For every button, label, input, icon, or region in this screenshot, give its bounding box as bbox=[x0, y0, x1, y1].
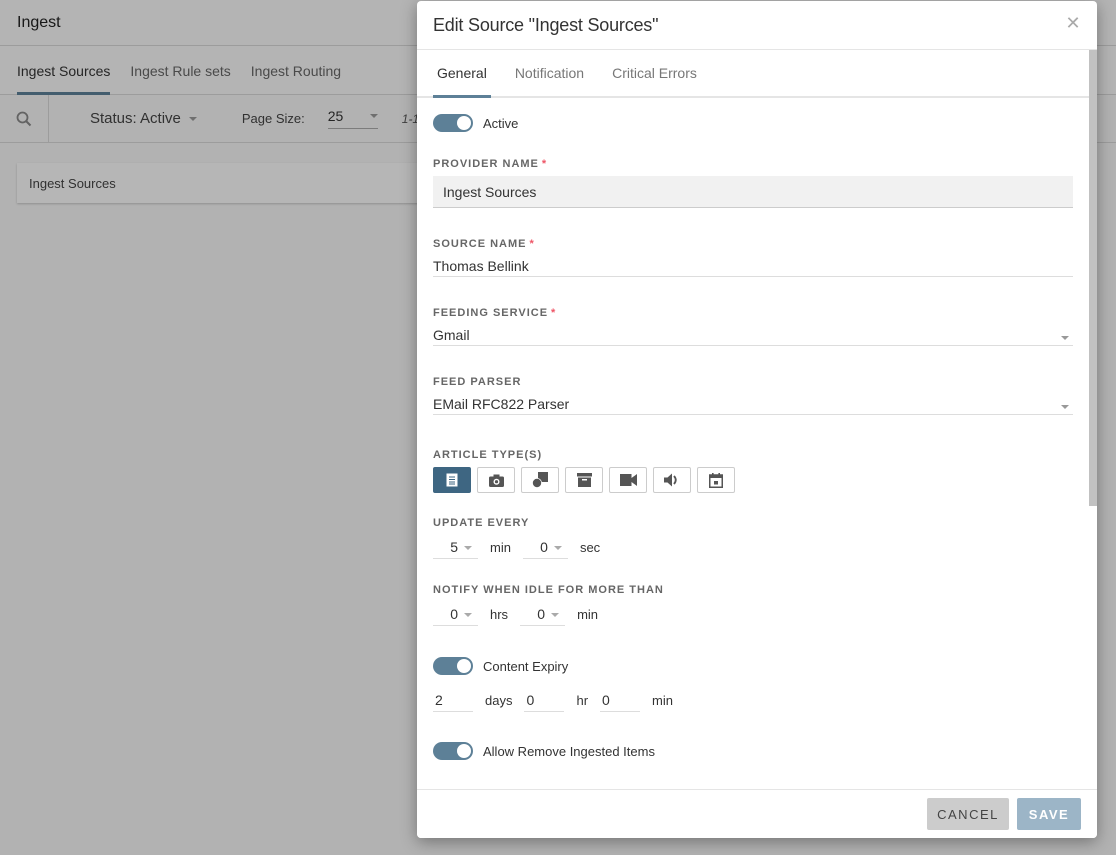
update-every-label: Update Every bbox=[433, 517, 530, 529]
modal-body: General Notification Critical Errors Act… bbox=[417, 50, 1097, 789]
archive-icon bbox=[576, 473, 592, 487]
modal-title: Edit Source "Ingest Sources" bbox=[433, 14, 659, 35]
source-name-label: Source Name * bbox=[433, 238, 1073, 250]
seconds-unit: sec bbox=[579, 539, 601, 555]
allow-remove-toggle-row: Allow Remove Ingested Items bbox=[433, 741, 1073, 761]
article-type-audio-button[interactable] bbox=[653, 467, 691, 493]
calendar-icon bbox=[709, 472, 723, 488]
required-marker: * bbox=[529, 238, 535, 250]
notify-idle-label: Notify when idle for more than bbox=[433, 584, 664, 596]
article-types-label: Article Type(s) bbox=[433, 449, 543, 461]
provider-name-field: Provider Name * Ingest Sources bbox=[433, 158, 1073, 208]
tab-notification[interactable]: Notification bbox=[511, 50, 588, 96]
toggle-knob bbox=[457, 116, 471, 130]
update-seconds-select[interactable]: 0 bbox=[522, 535, 568, 559]
content-expiry-label: Content Expiry bbox=[483, 658, 569, 674]
idle-minutes-value: 0 bbox=[537, 605, 546, 622]
article-type-event-button[interactable] bbox=[697, 467, 735, 493]
idle-hours-select[interactable]: 0 bbox=[433, 602, 478, 626]
hr-unit: hr bbox=[576, 692, 589, 708]
article-type-text-button[interactable] bbox=[433, 467, 471, 493]
save-button[interactable]: SAVE bbox=[1017, 798, 1081, 830]
provider-name-label-text: Provider Name bbox=[433, 158, 539, 170]
content-expiry-toggle[interactable] bbox=[433, 657, 473, 675]
audio-icon bbox=[664, 473, 677, 487]
allow-remove-label: Allow Remove Ingested Items bbox=[483, 743, 655, 759]
feed-parser-value: EMail RFC822 Parser bbox=[433, 395, 570, 412]
toggle-knob bbox=[457, 659, 471, 673]
feeding-service-select[interactable]: Gmail bbox=[433, 324, 1073, 346]
feed-parser-label: Feed Parser bbox=[433, 376, 522, 388]
toggle-knob bbox=[457, 744, 471, 758]
source-name-value: Thomas Bellink bbox=[433, 257, 529, 274]
update-seconds-value: 0 bbox=[540, 538, 548, 555]
feed-parser-select[interactable]: EMail RFC822 Parser bbox=[433, 393, 1073, 415]
graphic-icon bbox=[532, 472, 548, 488]
update-minutes-value: 5 bbox=[450, 538, 458, 555]
update-every-field: Update Every 5 min 0 sec bbox=[433, 517, 1073, 559]
notify-idle-row: 0 hrs 0 min bbox=[433, 602, 1073, 626]
active-toggle-label: Active bbox=[483, 115, 519, 131]
provider-name-input[interactable]: Ingest Sources bbox=[433, 176, 1073, 208]
chevron-down-icon bbox=[1061, 335, 1069, 340]
feed-parser-field: Feed Parser EMail RFC822 Parser bbox=[433, 376, 1073, 415]
hours-unit: hrs bbox=[490, 606, 509, 622]
modal-footer: CANCEL SAVE bbox=[417, 789, 1097, 838]
update-minutes-select[interactable]: 5 bbox=[433, 535, 478, 559]
days-unit: days bbox=[485, 692, 513, 708]
idle-minutes-select[interactable]: 0 bbox=[520, 602, 566, 626]
provider-name-label: Provider Name * bbox=[433, 158, 1073, 170]
modal-tabs: General Notification Critical Errors bbox=[417, 50, 1089, 98]
modal-header: Edit Source "Ingest Sources" ✕ bbox=[417, 1, 1097, 50]
chevron-down-icon bbox=[464, 613, 472, 617]
tab-general[interactable]: General bbox=[433, 50, 491, 98]
article-types-field: Article Type(s) bbox=[433, 449, 1073, 493]
expiry-minutes-input[interactable]: 0 bbox=[600, 688, 641, 712]
min-unit: min bbox=[652, 692, 673, 708]
feeding-service-label-text: Feeding Service bbox=[433, 307, 549, 319]
source-name-label-text: Source Name bbox=[433, 238, 527, 250]
edit-source-modal: Edit Source "Ingest Sources" ✕ General N… bbox=[417, 1, 1097, 838]
required-marker: * bbox=[551, 307, 557, 319]
minutes-unit: min bbox=[577, 606, 599, 622]
allow-remove-toggle[interactable] bbox=[433, 742, 473, 760]
chevron-down-icon bbox=[1061, 404, 1069, 409]
article-type-composite-button[interactable] bbox=[565, 467, 603, 493]
feeding-service-label: Feeding Service * bbox=[433, 307, 1073, 319]
tab-critical-errors[interactable]: Critical Errors bbox=[608, 50, 701, 96]
article-types-group bbox=[433, 467, 1073, 493]
camera-icon bbox=[488, 474, 504, 487]
expiry-days-input[interactable]: 2 bbox=[433, 688, 473, 712]
idle-hours-value: 0 bbox=[450, 605, 458, 622]
content-expiry-row: 2 days 0 hr 0 min bbox=[433, 688, 1073, 712]
source-name-input[interactable]: Thomas Bellink bbox=[433, 255, 1073, 277]
article-type-picture-button[interactable] bbox=[477, 467, 515, 493]
cancel-button[interactable]: CANCEL bbox=[927, 798, 1009, 830]
feeding-service-field: Feeding Service * Gmail bbox=[433, 307, 1073, 346]
source-name-field: Source Name * Thomas Bellink bbox=[433, 238, 1073, 277]
minutes-unit: min bbox=[490, 539, 511, 555]
active-toggle[interactable] bbox=[433, 114, 473, 132]
video-icon bbox=[619, 474, 637, 486]
notify-idle-field: Notify when idle for more than 0 hrs 0 m… bbox=[433, 584, 1073, 626]
feeding-service-value: Gmail bbox=[433, 326, 470, 343]
chevron-down-icon bbox=[551, 613, 560, 617]
expiry-hours-input[interactable]: 0 bbox=[524, 688, 565, 712]
article-type-graphic-button[interactable] bbox=[521, 467, 559, 493]
active-toggle-row: Active bbox=[433, 113, 1073, 133]
article-type-video-button[interactable] bbox=[609, 467, 647, 493]
content-expiry-toggle-row: Content Expiry bbox=[433, 656, 1073, 676]
general-form: Active Provider Name * Ingest Sources Sou… bbox=[417, 113, 1097, 761]
chevron-down-icon bbox=[464, 546, 472, 550]
chevron-down-icon bbox=[553, 546, 562, 550]
required-marker: * bbox=[541, 158, 548, 170]
text-icon bbox=[446, 473, 458, 487]
close-icon[interactable]: ✕ bbox=[1065, 14, 1081, 32]
update-every-row: 5 min 0 sec bbox=[433, 535, 1073, 559]
